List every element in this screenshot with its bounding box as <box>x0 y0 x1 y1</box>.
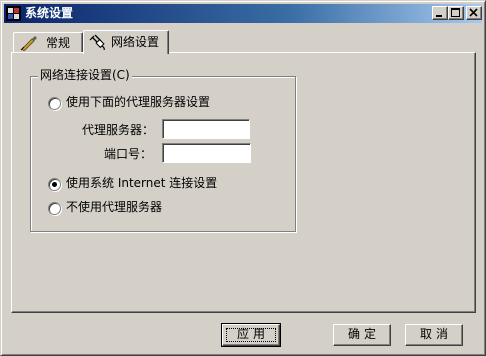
proxy-server-input[interactable] <box>162 119 250 139</box>
title-bar[interactable]: 系统设置 <box>4 4 482 23</box>
network-plug-icon <box>89 34 105 50</box>
tab-general[interactable]: 常规 <box>13 32 83 54</box>
pen-icon <box>20 36 37 51</box>
radio-use-system-settings-label[interactable]: 使用系统 Internet 连接设置 <box>66 176 217 190</box>
radio-use-proxy[interactable] <box>48 97 61 110</box>
group-legend: 网络连接设置(C) <box>38 68 132 82</box>
close-button[interactable] <box>466 6 482 20</box>
radio-no-proxy-label[interactable]: 不使用代理服务器 <box>66 200 162 214</box>
port-input[interactable] <box>162 143 251 163</box>
cancel-button[interactable]: 取消 <box>405 324 463 346</box>
radio-use-proxy-label[interactable]: 使用下面的代理服务器设置 <box>66 95 210 109</box>
window-title: 系统设置 <box>25 6 74 20</box>
port-label: 端口号： <box>104 147 153 161</box>
apply-button[interactable]: 应用 <box>221 323 281 347</box>
settings-window: 系统设置 常规 网络设置 网络连接设置(C) 使用下面的代理服务器设置 代理服务… <box>0 0 486 356</box>
maximize-button[interactable] <box>448 6 464 20</box>
ok-button[interactable]: 确定 <box>333 324 391 346</box>
cancel-button-label: 取消 <box>419 327 452 341</box>
focus-rect <box>226 328 276 342</box>
radio-no-proxy[interactable] <box>48 202 61 215</box>
minimize-button[interactable] <box>432 6 448 20</box>
tab-network-settings[interactable]: 网络设置 <box>83 30 169 54</box>
proxy-server-label: 代理服务器： <box>82 123 155 137</box>
app-icon <box>6 6 21 21</box>
tab-general-label: 常规 <box>46 36 71 50</box>
radio-use-system-settings[interactable] <box>48 178 61 191</box>
tab-network-label: 网络设置 <box>111 35 160 49</box>
minimize-icon <box>436 15 442 17</box>
ok-button-label: 确定 <box>347 327 380 341</box>
close-icon <box>469 8 478 17</box>
radio-selected-dot <box>52 182 57 187</box>
maximize-icon <box>451 8 460 17</box>
